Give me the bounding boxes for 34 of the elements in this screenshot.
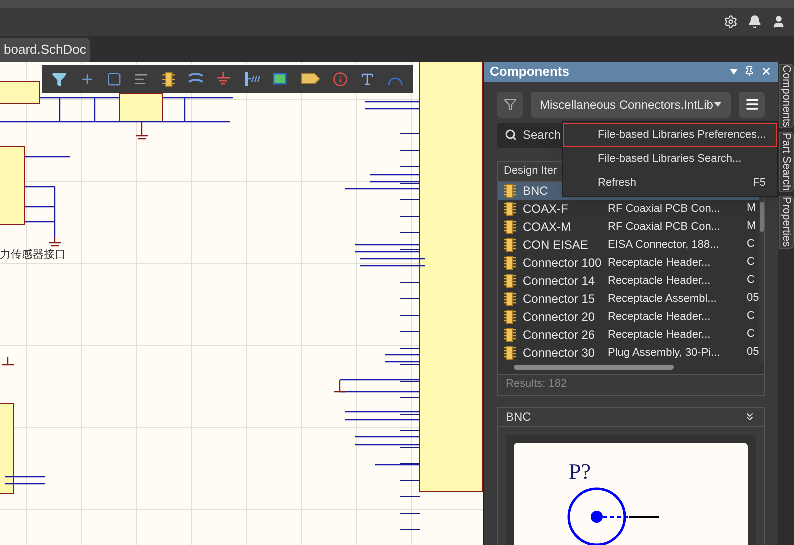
item-description: Receptacle Header... [608, 328, 712, 342]
item-description: EISA Connector, 188... [608, 238, 720, 252]
item-name: Connector 100 [523, 256, 601, 270]
shortcut-label: F5 [753, 176, 766, 191]
item-name: COAX-M [523, 220, 572, 234]
table-cell-text: C [747, 309, 755, 324]
item-name: Connector 26 [523, 328, 596, 342]
results-count: Results: 182 [506, 377, 568, 392]
schematic-caption: 力传感器接口 [0, 248, 66, 263]
panel-title: Components [490, 63, 570, 81]
item-description: Plug Assembly, 30-Pi... [608, 346, 722, 360]
table-cell-text: 05 [747, 291, 760, 306]
item-description: Receptacle Header... [608, 310, 712, 324]
table-cell-text: C [747, 237, 755, 252]
preview-title: BNC [506, 408, 532, 426]
table-cell-text: C [747, 273, 755, 288]
designator-label: P? [569, 458, 591, 486]
item-description: Receptacle Header... [608, 274, 712, 288]
item-name: Connector 15 [523, 292, 596, 306]
table-cell-text: M [747, 219, 756, 234]
item-description: Receptacle Header... [608, 256, 712, 270]
item-name: CON EISAE [523, 238, 590, 252]
item-name: BNC [523, 184, 550, 198]
item-description: Receptacle Assembl... [608, 292, 718, 306]
item-description: RF Coaxial PCB Con... [608, 220, 722, 234]
item-name: Connector 30 [523, 346, 596, 360]
item-name: Connector 14 [523, 274, 596, 288]
item-name: COAX-F [523, 202, 570, 216]
item-description: RF Coaxial PCB Con... [608, 202, 722, 216]
table-cell-text: C [747, 327, 755, 342]
table-cell-text: 05 [747, 345, 760, 360]
table-cell-text: M [747, 201, 756, 216]
table-cell-text: C [747, 255, 755, 270]
item-name: Connector 20 [523, 310, 596, 324]
